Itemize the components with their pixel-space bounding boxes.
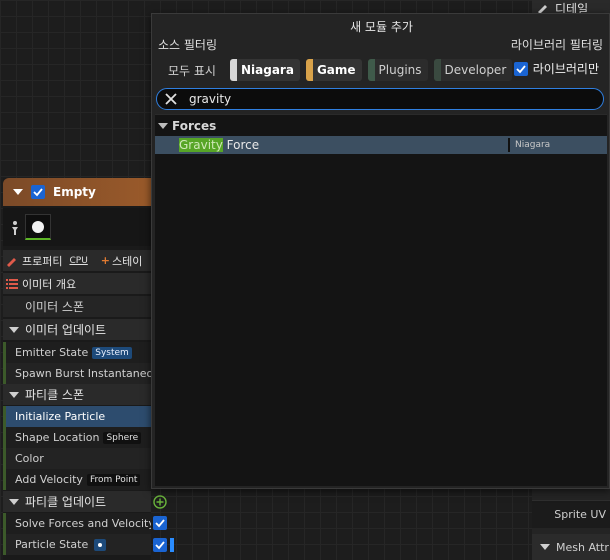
emitter-spawn-row[interactable]: 이미터 스폰	[3, 296, 151, 317]
add-stage-button[interactable]: +	[101, 254, 110, 267]
sprite-uv-row[interactable]: Sprite UV	[532, 500, 610, 528]
emitter-name: Empty	[53, 185, 96, 199]
emitter-state-module[interactable]: Emitter State System	[3, 342, 151, 363]
close-icon[interactable]	[165, 93, 177, 105]
plugins-color-swatch	[367, 59, 375, 81]
color-label: Color	[15, 452, 44, 465]
library-only-label: 라이브러리만	[532, 62, 599, 76]
filter-show-all[interactable]: 모두 표시	[158, 59, 224, 81]
collapse-arrow-icon[interactable]	[13, 189, 23, 195]
details-panel: Sprite UV Mesh Attr	[532, 488, 610, 560]
filter-developer-label: Developer	[444, 63, 507, 77]
emitter-enabled-checkbox[interactable]	[31, 185, 45, 199]
particle-spawn-label: 파티클 스폰	[25, 388, 85, 402]
search-input[interactable]	[189, 92, 569, 106]
source-filter-label: 소스 필터링	[158, 38, 218, 52]
filter-developer[interactable]: Developer	[433, 59, 513, 81]
result-gravity-force[interactable]: Gravity Force Niagara	[155, 136, 607, 154]
spawn-burst-module[interactable]: Spawn Burst Instantaneous	[3, 363, 151, 384]
particle-preview-thumbnail[interactable]	[25, 214, 51, 240]
category-forces[interactable]: Forces	[155, 117, 607, 135]
game-color-swatch	[305, 59, 313, 81]
emitter-header[interactable]: Empty	[3, 178, 151, 206]
solve-forces-module[interactable]: Solve Forces and Velocity	[3, 513, 151, 534]
result-source-tag: Niagara	[508, 138, 550, 152]
collapse-arrow-icon[interactable]	[158, 123, 168, 129]
emitter-summary-label: 이미터 개요	[22, 277, 77, 291]
sphere-badge: Sphere	[103, 431, 142, 444]
result-name-rest: Force	[222, 138, 260, 152]
shape-location-module[interactable]: Shape Location Sphere	[3, 427, 151, 448]
cpu-badge: CPU	[69, 255, 88, 266]
emitter-stack: Empty 프로퍼티 CPU + 스테이 이미터 개요 이미터 스폰 이미터 업…	[3, 178, 151, 560]
particle-spawn-header[interactable]: 파티클 스폰	[3, 384, 151, 405]
from-point-badge: From Point	[86, 473, 141, 486]
add-module-icon[interactable]	[153, 495, 167, 509]
initialize-particle-module[interactable]: Initialize Particle	[3, 406, 151, 427]
library-only-toggle[interactable]: 라이브러리만	[513, 60, 599, 77]
particle-update-header[interactable]: 파티클 업데이트	[3, 491, 151, 512]
particle-update-label: 파티클 업데이트	[25, 495, 107, 509]
list-icon	[6, 278, 18, 289]
collapse-arrow-icon[interactable]	[9, 498, 19, 505]
spawn-burst-label: Spawn Burst Instantaneous	[15, 367, 151, 380]
source-filter-row: 모두 표시 Niagara Game Plugins Developer	[158, 58, 518, 82]
solve-forces-checkbox[interactable]	[153, 516, 167, 530]
niagara-color-swatch	[229, 59, 237, 81]
filter-niagara-label: Niagara	[240, 63, 294, 77]
selection-marker	[170, 538, 174, 552]
filter-plugins-label: Plugins	[378, 63, 422, 77]
search-match-highlight: Gravity	[179, 138, 223, 152]
developer-color-swatch	[433, 59, 441, 81]
add-module-popup: 새 모듈 추가 소스 필터링 라이브러리 필터링 모두 표시 Niagara G…	[151, 13, 610, 489]
properties-label: 프로퍼티	[22, 254, 63, 268]
module-results-list: Forces Gravity Force Niagara	[155, 114, 607, 486]
emitter-summary-row[interactable]: 이미터 개요	[3, 273, 151, 294]
library-only-checkbox[interactable]	[513, 61, 528, 76]
library-filter-label: 라이브러리 필터링	[510, 38, 603, 52]
emitter-update-label: 이미터 업데이트	[25, 323, 107, 337]
collapse-arrow-icon[interactable]	[9, 391, 19, 398]
sprite-uv-label: Sprite UV	[554, 508, 606, 521]
result-name: Gravity Force	[179, 138, 259, 152]
category-forces-label: Forces	[172, 119, 217, 133]
shape-location-label: Shape Location	[15, 431, 100, 444]
add-velocity-label: Add Velocity	[15, 473, 83, 486]
mesh-attr-row[interactable]: Mesh Attr	[532, 534, 610, 560]
filter-game-label: Game	[316, 63, 356, 77]
popup-title: 새 모듈 추가	[350, 20, 413, 34]
system-badge: System	[92, 346, 132, 359]
collapse-arrow-icon[interactable]	[540, 544, 550, 550]
particle-state-label: Particle State	[15, 538, 89, 551]
initialize-particle-label: Initialize Particle	[15, 410, 106, 423]
add-stage-label[interactable]: 스테이	[112, 253, 142, 269]
emitter-spawn-label: 이미터 스폰	[25, 300, 85, 314]
module-search-box	[156, 88, 604, 110]
emitter-state-label: Emitter State	[15, 346, 89, 359]
particle-state-checkbox[interactable]	[153, 538, 167, 552]
pencil-icon	[7, 257, 16, 267]
figure-icon[interactable]	[10, 220, 20, 236]
filter-plugins[interactable]: Plugins	[367, 59, 428, 81]
filter-niagara[interactable]: Niagara	[229, 59, 300, 81]
properties-row[interactable]: 프로퍼티 CPU + 스테이	[3, 250, 151, 271]
solve-forces-label: Solve Forces and Velocity	[15, 517, 151, 530]
filter-game[interactable]: Game	[305, 59, 362, 81]
add-velocity-module[interactable]: Add Velocity From Point	[3, 469, 151, 490]
color-module[interactable]: Color	[3, 448, 151, 469]
emitter-thumbnails	[3, 208, 151, 246]
filter-show-all-label: 모두 표시	[168, 63, 216, 78]
collapse-arrow-icon[interactable]	[9, 326, 19, 333]
particle-state-module[interactable]: Particle State	[3, 534, 151, 555]
mesh-attr-label: Mesh Attr	[556, 540, 609, 554]
emitter-update-header[interactable]: 이미터 업데이트	[3, 319, 151, 340]
particle-state-icon	[94, 538, 107, 551]
